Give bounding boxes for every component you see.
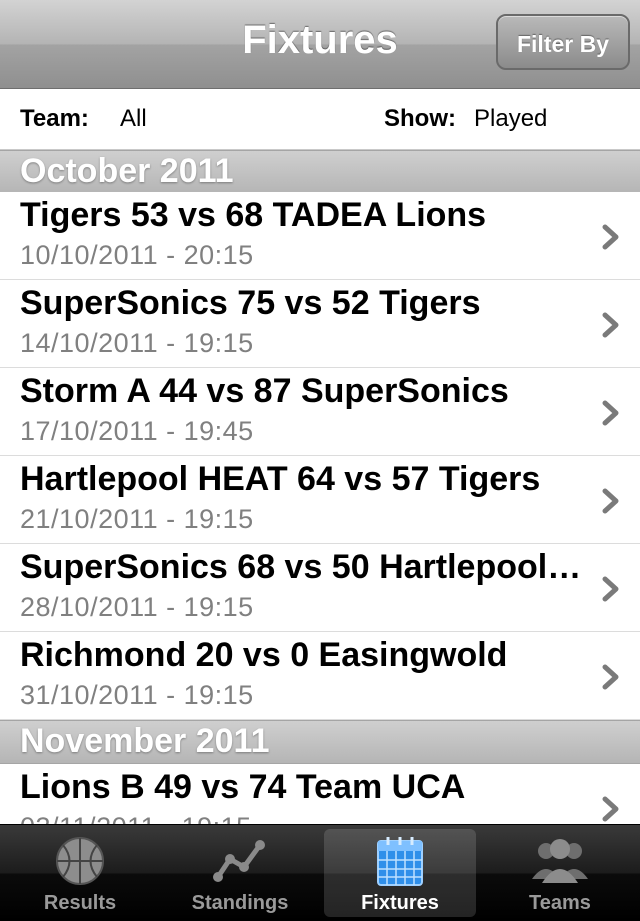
calendar-icon [377, 837, 423, 886]
section-header-october: October 2011 [0, 150, 640, 194]
fixture-datetime: 21/10/2011 - 19:15 [20, 504, 254, 534]
fixture-row[interactable]: Tigers 53 vs 68 TADEA Lions 10/10/2011 -… [0, 192, 640, 280]
fixture-row[interactable]: Richmond 20 vs 0 Easingwold 31/10/2011 -… [0, 632, 640, 720]
fixture-title: SuperSonics 75 vs 52 Tigers [20, 284, 481, 322]
fixture-title: Lions B 49 vs 74 Team UCA [20, 768, 466, 806]
chevron-right-icon [602, 576, 619, 602]
section-header-title: October 2011 [20, 152, 234, 190]
fixture-datetime: 10/10/2011 - 20:15 [20, 240, 254, 270]
fixture-title: Richmond 20 vs 0 Easingwold [20, 636, 508, 674]
tab-label: Standings [191, 892, 289, 914]
fixture-title: SuperSonics 68 vs 50 Hartlepool HEAT [20, 548, 582, 586]
section-header-november: November 2011 [0, 720, 640, 764]
fixture-title: Storm A 44 vs 87 SuperSonics [20, 372, 509, 410]
filter-summary-bar: Team: All Show: Played [0, 89, 640, 150]
fixture-row[interactable]: Hartlepool HEAT 64 vs 57 Tigers 21/10/20… [0, 456, 640, 544]
chevron-right-icon [602, 224, 619, 250]
fixture-row[interactable]: SuperSonics 75 vs 52 Tigers 14/10/2011 -… [0, 280, 640, 368]
tab-label: Fixtures [361, 892, 439, 914]
fixture-datetime: 28/10/2011 - 19:15 [20, 592, 254, 622]
fixture-datetime: 14/10/2011 - 19:15 [20, 328, 254, 358]
tab-fixtures[interactable]: Fixtures [324, 829, 476, 917]
chevron-right-icon [602, 400, 619, 426]
navigation-bar: Fixtures Filter By [0, 0, 640, 89]
people-icon [532, 839, 588, 883]
tab-label: Results [43, 892, 117, 914]
filter-by-button[interactable]: Filter By [496, 14, 630, 70]
fixture-title: Hartlepool HEAT 64 vs 57 Tigers [20, 460, 541, 498]
chevron-right-icon [602, 796, 619, 822]
show-filter-value: Played [474, 105, 548, 132]
chevron-right-icon [602, 488, 619, 514]
fixture-datetime: 31/10/2011 - 19:15 [20, 680, 254, 710]
fixture-title: Tigers 53 vs 68 TADEA Lions [20, 196, 487, 234]
tab-standings[interactable]: Standings [164, 829, 316, 917]
line-chart-icon [213, 840, 265, 882]
tab-label: Teams [529, 892, 591, 914]
tab-bar: Results Standings Fixtures Teams [0, 824, 640, 921]
chevron-right-icon [602, 664, 619, 690]
team-filter-label: Team: [20, 105, 89, 132]
fixture-datetime: 17/10/2011 - 19:45 [20, 416, 254, 446]
chevron-right-icon [602, 312, 619, 338]
show-filter-label: Show: [384, 105, 456, 132]
fixture-row[interactable]: Storm A 44 vs 87 SuperSonics 17/10/2011 … [0, 368, 640, 456]
team-filter-value: All [120, 105, 147, 132]
basketball-icon [56, 837, 104, 885]
fixture-row[interactable]: SuperSonics 68 vs 50 Hartlepool HEAT 28/… [0, 544, 640, 632]
section-header-title: November 2011 [20, 722, 270, 760]
tab-results[interactable]: Results [4, 829, 156, 917]
tab-teams[interactable]: Teams [484, 829, 636, 917]
